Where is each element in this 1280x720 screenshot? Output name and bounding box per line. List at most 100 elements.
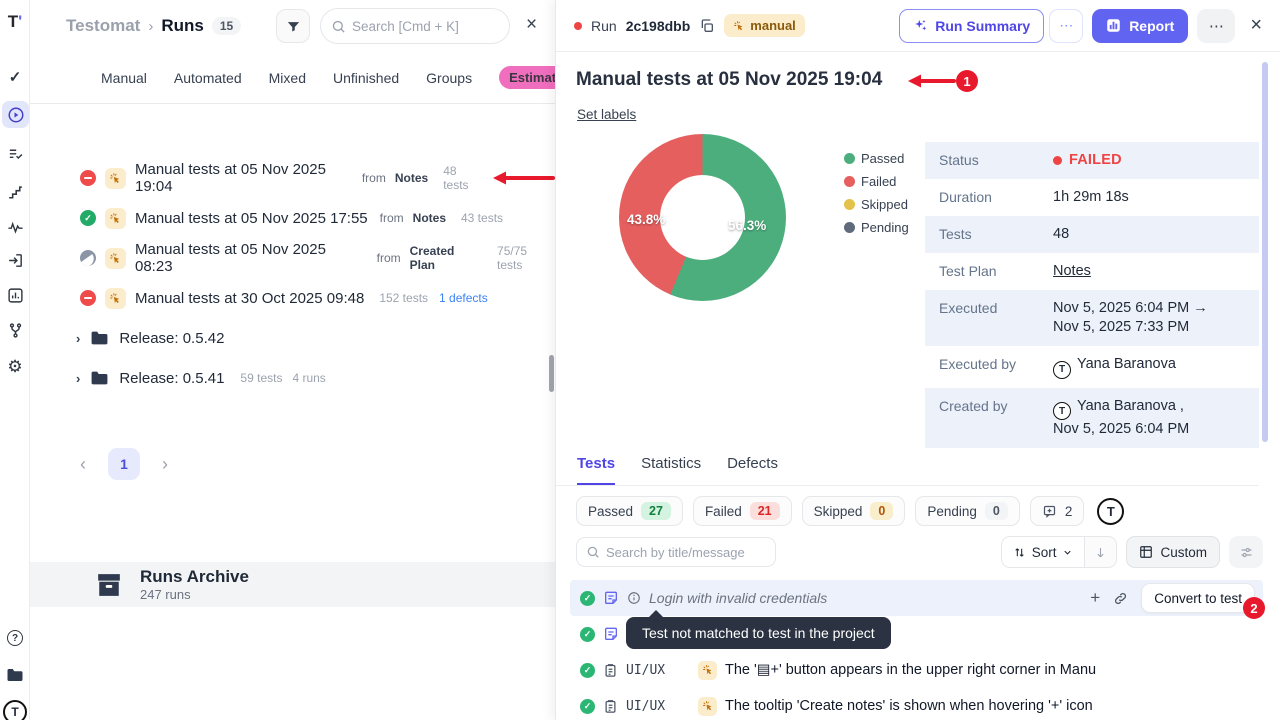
filter-tab-manual[interactable]: Manual	[101, 70, 147, 86]
result-filter-pills: Passed 27 Failed 21 Skipped 0 Pending 0 …	[576, 496, 1124, 526]
settings-icon[interactable]: ⚙	[0, 358, 30, 375]
filter-button[interactable]	[276, 9, 310, 43]
page-prev-icon[interactable]: ‹	[74, 454, 92, 475]
info-row-test-plan: Test Plan Notes	[925, 253, 1259, 290]
branches-icon[interactable]	[0, 322, 30, 339]
run-from-label: from	[362, 171, 386, 185]
run-row[interactable]: Manual tests at 05 Nov 2025 19:04 from N…	[30, 158, 555, 198]
sort-direction-button[interactable]	[1084, 537, 1116, 567]
report-button[interactable]: Report	[1092, 9, 1188, 43]
filter-tab-estimate[interactable]: Estimate	[499, 66, 555, 89]
sparkles-icon	[913, 18, 928, 33]
test-plan-link[interactable]: Notes	[1053, 262, 1091, 281]
set-labels-link[interactable]: Set labels	[577, 107, 636, 122]
close-detail-icon[interactable]: ×	[1250, 14, 1262, 37]
detail-panel-scrollbar[interactable]	[1262, 62, 1268, 442]
sort-button[interactable]: Sort	[1002, 537, 1085, 567]
runs-archive-card[interactable]: Runs Archive 247 runs	[30, 562, 555, 607]
filter-tab-unfinished[interactable]: Unfinished	[333, 70, 399, 86]
runs-play-icon[interactable]	[2, 101, 29, 128]
link-icon[interactable]	[1113, 591, 1128, 606]
chevron-right-icon[interactable]: ›	[76, 371, 80, 386]
run-from-label: from	[380, 211, 404, 225]
filter-tab-mixed[interactable]: Mixed	[269, 70, 306, 86]
annotation-badge-1: 1	[956, 70, 978, 92]
tab-tests[interactable]: Tests	[577, 449, 615, 485]
view-settings-button[interactable]	[1229, 536, 1263, 568]
run-tests-count: 75/75 tests	[497, 244, 555, 272]
run-detail-panel: Run 2c198dbb manual Run Summary ⋯ Report…	[555, 0, 1280, 720]
funnel-icon	[286, 19, 301, 34]
test-row[interactable]: ✓ Login with invalid credentials + Conve…	[570, 580, 1263, 616]
release-folder-row[interactable]: › Release: 0.5.42	[30, 318, 555, 358]
pill-failed[interactable]: Failed 21	[693, 496, 792, 526]
run-summary-more-button[interactable]: ⋯	[1049, 9, 1083, 43]
run-tests-count: 152 tests	[379, 291, 428, 305]
page-number[interactable]: 1	[108, 448, 140, 480]
filter-tab-automated[interactable]: Automated	[174, 70, 242, 86]
steps-icon[interactable]	[0, 185, 30, 202]
app-logo[interactable]: T'	[0, 12, 30, 32]
runs-panel-header: Testomat › Runs 15 ×	[30, 0, 555, 52]
add-icon[interactable]: +	[1090, 588, 1100, 608]
run-row[interactable]: Manual tests at 30 Oct 2025 09:48 152 te…	[30, 278, 555, 318]
analytics-icon[interactable]	[0, 287, 30, 304]
search-icon	[586, 545, 600, 559]
breadcrumb-separator: ›	[148, 18, 153, 35]
page-next-icon[interactable]: ›	[156, 454, 174, 475]
test-row[interactable]: ✓ UI/UX The tooltip 'Create notes' is sh…	[570, 688, 1263, 720]
import-icon[interactable]	[0, 252, 30, 269]
convert-to-test-button[interactable]: Convert to test	[1141, 583, 1255, 613]
pill-comments[interactable]: 2	[1030, 496, 1085, 526]
test-row[interactable]: ✓ UI/UX The '▤+' button appears in the u…	[570, 652, 1263, 688]
pill-passed[interactable]: Passed 27	[576, 496, 683, 526]
profile-avatar[interactable]: T	[0, 700, 30, 720]
tests-search-input[interactable]	[606, 545, 764, 560]
custom-columns-button[interactable]: Custom	[1126, 536, 1220, 568]
annotation-arrow-icon	[908, 74, 956, 88]
tasks-check-icon[interactable]: ✓	[0, 68, 30, 86]
tab-defects[interactable]: Defects	[727, 449, 778, 485]
copy-icon[interactable]	[699, 18, 715, 34]
status-failed-icon	[80, 170, 96, 186]
comment-plus-icon	[1042, 504, 1057, 519]
test-tag: UI/UX	[626, 699, 690, 714]
pill-pending[interactable]: Pending 0	[915, 496, 1020, 526]
panel-close-icon[interactable]: ×	[526, 14, 537, 36]
manual-run-icon	[105, 208, 126, 229]
run-defects-link[interactable]: 1 defects	[439, 291, 488, 305]
docs-folder-icon[interactable]	[0, 667, 30, 683]
info-row-executed: Executed Nov 5, 2025 6:04 PM →Nov 5, 202…	[925, 290, 1259, 346]
clipboard-icon	[603, 663, 618, 678]
chart-legend: Passed Failed Skipped Pending	[844, 151, 909, 235]
breadcrumb: Testomat › Runs 15	[66, 0, 241, 52]
sliders-icon	[1239, 545, 1254, 560]
chevron-right-icon[interactable]: ›	[76, 331, 80, 346]
release-folder-row[interactable]: › Release: 0.5.41 59 tests 4 runs	[30, 358, 555, 398]
legend-dot-pending	[844, 222, 855, 233]
more-actions-button[interactable]: ⋯	[1197, 9, 1235, 43]
pulse-icon[interactable]	[0, 219, 30, 236]
tab-statistics[interactable]: Statistics	[641, 449, 701, 485]
legend-dot-passed	[844, 153, 855, 164]
test-passed-icon: ✓	[580, 627, 595, 642]
pill-skipped[interactable]: Skipped 0	[802, 496, 906, 526]
run-row[interactable]: ✓ Manual tests at 05 Nov 2025 17:55 from…	[30, 198, 555, 238]
test-cases-icon[interactable]	[0, 146, 30, 163]
run-title: Manual tests at 05 Nov 2025 08:23	[135, 241, 365, 275]
results-donut-chart: 43.8% 56.3%	[619, 134, 786, 301]
breadcrumb-app[interactable]: Testomat	[66, 16, 140, 36]
run-row[interactable]: Manual tests at 05 Nov 2025 08:23 from C…	[30, 238, 555, 278]
legend-item-failed: Failed	[844, 174, 909, 189]
filter-tab-groups[interactable]: Groups	[426, 70, 472, 86]
help-icon[interactable]: ?	[0, 630, 30, 646]
legend-item-skipped: Skipped	[844, 197, 909, 212]
run-summary-button[interactable]: Run Summary	[899, 9, 1044, 43]
runs-panel-scrollbar[interactable]	[549, 355, 554, 392]
pagination: ‹ 1 ›	[74, 448, 174, 480]
folder-tests-count: 59 tests	[240, 371, 282, 385]
annotation-arrow-run	[493, 171, 555, 185]
runs-search-input[interactable]	[352, 19, 492, 34]
click-icon	[733, 20, 745, 32]
assignee-avatar[interactable]: T	[1097, 498, 1124, 525]
